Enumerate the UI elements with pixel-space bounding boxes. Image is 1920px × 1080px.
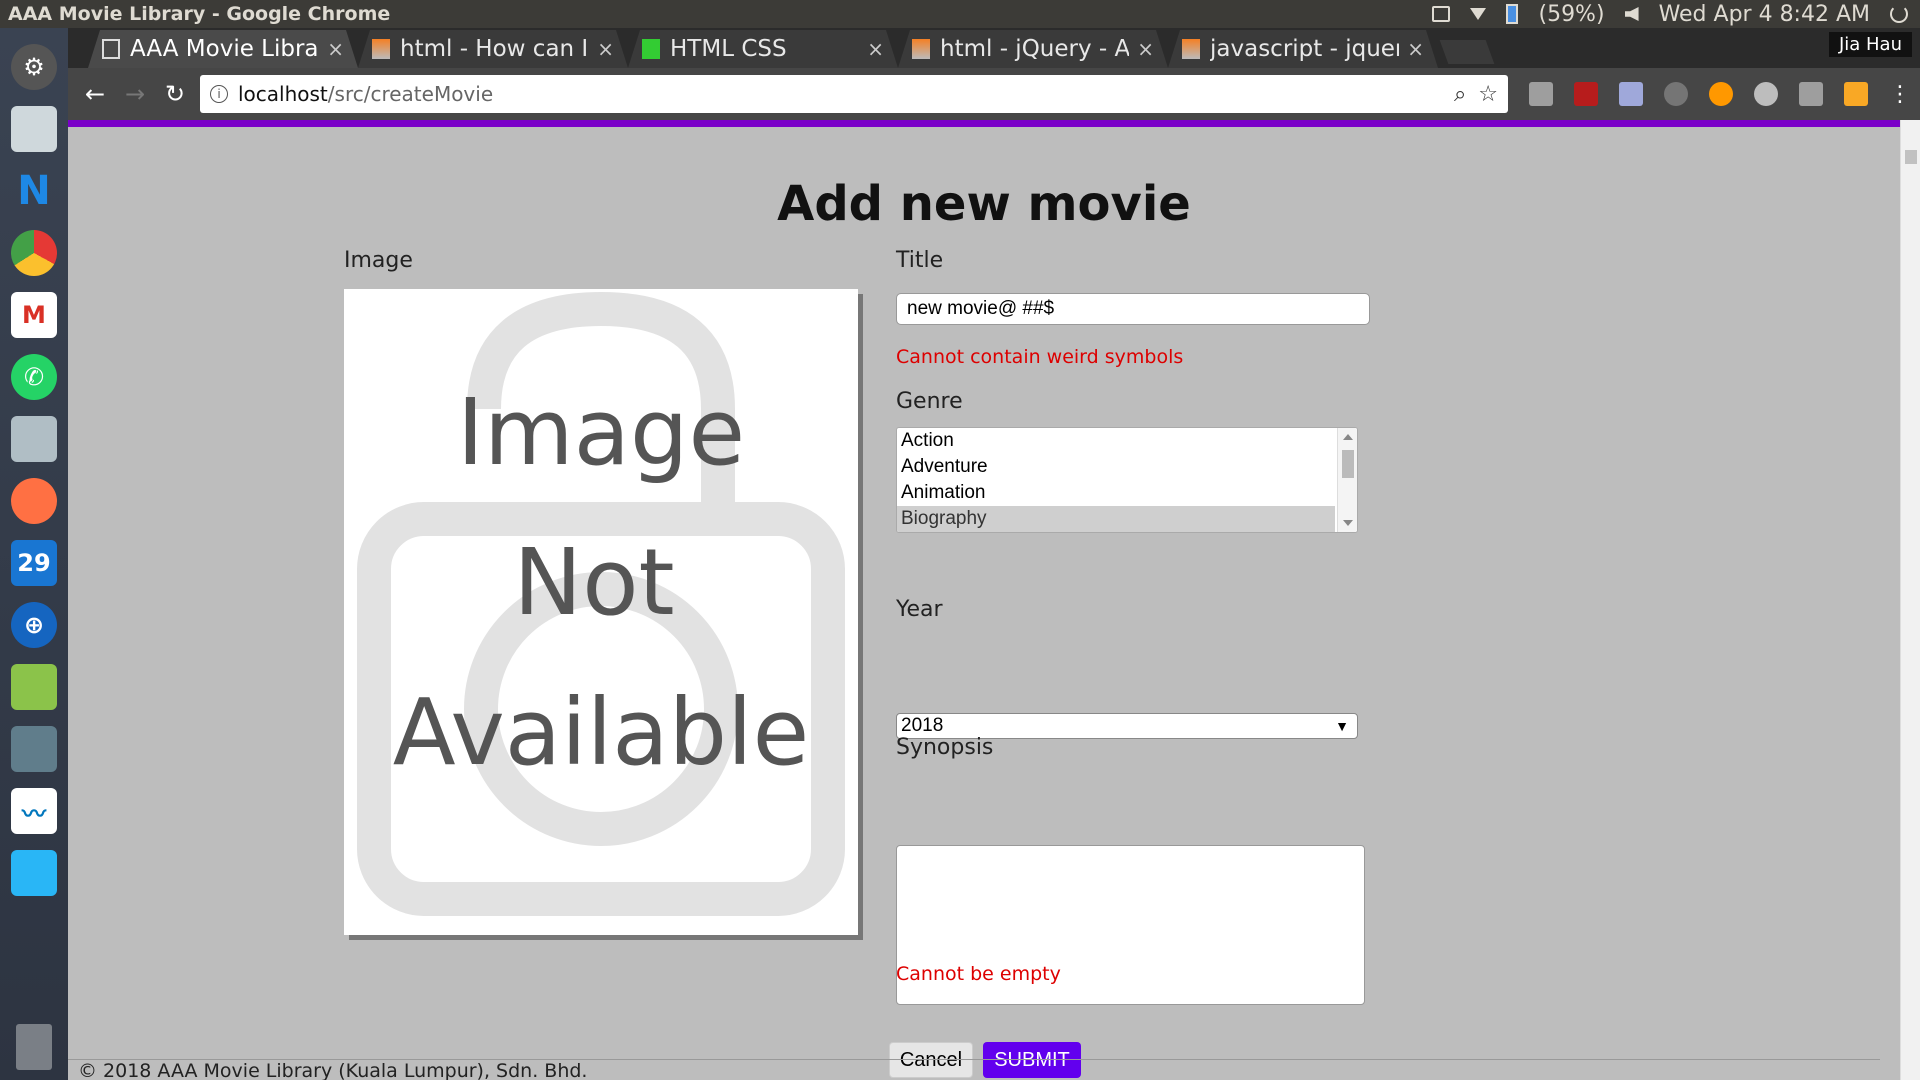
site-info-icon[interactable]: i bbox=[210, 85, 228, 103]
genre-label: Genre bbox=[896, 389, 963, 414]
browser-window: AAA Movie Library × html - How can I w ×… bbox=[68, 28, 1920, 1080]
footer: © 2018 AAA Movie Library (Kuala Lumpur),… bbox=[68, 1059, 1880, 1080]
stackoverflow-icon bbox=[372, 39, 390, 59]
url-path: /src/createMovie bbox=[327, 82, 494, 106]
genre-option[interactable]: Adventure bbox=[897, 454, 1335, 480]
placeholder-line-3: Available bbox=[393, 679, 809, 786]
page-icon bbox=[102, 39, 120, 59]
tab-stackoverflow-3[interactable]: javascript - jquery × bbox=[1168, 30, 1438, 68]
genre-option-selected[interactable]: Biography bbox=[897, 506, 1335, 532]
bookmark-star-icon[interactable]: ☆ bbox=[1478, 82, 1498, 107]
battery-icon[interactable] bbox=[1506, 4, 1519, 24]
toolbar: ← → ↻ i localhost/src/createMovie ⌕ ☆ ⋮ bbox=[68, 68, 1920, 120]
battery-percent: (59%) bbox=[1538, 1, 1605, 27]
forward-arrow-icon[interactable]: → bbox=[120, 79, 150, 109]
extension-box-icon[interactable] bbox=[1799, 82, 1823, 106]
address-bar[interactable]: i localhost/src/createMovie ⌕ ☆ bbox=[200, 75, 1508, 113]
jsfiddle-icon bbox=[642, 39, 660, 59]
close-icon[interactable]: × bbox=[327, 37, 344, 61]
volume-icon[interactable] bbox=[1624, 7, 1639, 21]
extension-orange-icon[interactable] bbox=[1709, 82, 1733, 106]
settings-toggle-icon[interactable] bbox=[11, 106, 57, 152]
tab-stackoverflow-2[interactable]: html - jQuery - Ap × bbox=[898, 30, 1168, 68]
title-error: Cannot contain weird symbols bbox=[896, 346, 1184, 368]
trash-icon[interactable] bbox=[16, 1024, 52, 1070]
page-title: Add new movie bbox=[777, 176, 1191, 232]
system-top-panel: AAA Movie Library - Google Chrome (59%) … bbox=[0, 0, 1920, 28]
page-content: Add new movie Image Image Not Available … bbox=[68, 120, 1900, 1080]
close-icon[interactable]: × bbox=[867, 37, 884, 61]
url-host: localhost bbox=[238, 82, 328, 106]
tab-html-css[interactable]: HTML CSS × bbox=[628, 30, 898, 68]
title-label: Title bbox=[896, 248, 944, 273]
contacts-icon[interactable] bbox=[11, 726, 57, 772]
tab-aaa-movie-library[interactable]: AAA Movie Library × bbox=[88, 30, 358, 68]
scroll-down-icon[interactable] bbox=[1343, 520, 1353, 526]
image-upload-area[interactable]: Image Not Available bbox=[344, 289, 858, 935]
ublock-icon[interactable] bbox=[1574, 82, 1598, 106]
page-scroll-thumb[interactable] bbox=[1905, 150, 1917, 164]
genre-scrollbar[interactable] bbox=[1337, 428, 1357, 532]
close-icon[interactable]: × bbox=[597, 37, 614, 61]
chrome-icon[interactable] bbox=[11, 230, 57, 276]
title-input[interactable] bbox=[896, 293, 1370, 325]
launcher: ⚙ N M ✆ 29 ⊕ 〰 bbox=[0, 28, 68, 1080]
extension-bulb-icon[interactable] bbox=[1664, 82, 1688, 106]
wifi-icon[interactable] bbox=[1470, 8, 1487, 20]
dropdown-arrow-icon: ▼ bbox=[1335, 718, 1349, 734]
gmail-icon[interactable]: M bbox=[11, 292, 57, 338]
synopsis-error: Cannot be empty bbox=[896, 963, 1061, 985]
workspaces-icon[interactable] bbox=[11, 850, 57, 896]
scroll-up-icon[interactable] bbox=[1343, 434, 1353, 440]
chrome-menu-icon[interactable]: ⋮ bbox=[1889, 82, 1913, 107]
stackoverflow-icon bbox=[1182, 39, 1200, 59]
tab-stackoverflow-1[interactable]: html - How can I w × bbox=[358, 30, 628, 68]
back-arrow-icon[interactable]: ← bbox=[80, 79, 110, 109]
extension-s-icon[interactable] bbox=[1529, 82, 1553, 106]
monitor-icon[interactable]: 〰 bbox=[11, 788, 57, 834]
firefox-icon[interactable] bbox=[11, 478, 57, 524]
extension-yellow-icon[interactable] bbox=[1844, 82, 1868, 106]
profile-name[interactable]: Jia Hau bbox=[1828, 32, 1912, 57]
close-icon[interactable]: × bbox=[1407, 37, 1424, 61]
close-icon[interactable]: × bbox=[1137, 37, 1154, 61]
scroll-thumb[interactable] bbox=[1342, 450, 1354, 478]
image-label: Image bbox=[344, 248, 413, 273]
vscode-icon[interactable]: N bbox=[11, 168, 57, 214]
year-value: 2018 bbox=[901, 715, 944, 736]
placeholder-line-2: Not bbox=[513, 529, 674, 636]
genre-listbox[interactable]: Action Adventure Animation Biography bbox=[896, 427, 1358, 533]
chat-icon[interactable] bbox=[11, 664, 57, 710]
image-placeholder: Image Not Available bbox=[357, 291, 845, 916]
tab-strip: AAA Movie Library × html - How can I w ×… bbox=[68, 28, 1920, 68]
files-icon[interactable] bbox=[11, 416, 57, 462]
calendar-icon[interactable]: 29 bbox=[11, 540, 57, 586]
year-label: Year bbox=[896, 597, 943, 622]
extension-bed-icon[interactable] bbox=[1619, 82, 1643, 106]
react-devtools-icon[interactable] bbox=[1754, 82, 1778, 106]
accent-bar bbox=[68, 120, 1900, 127]
synopsis-label: Synopsis bbox=[896, 735, 994, 760]
keyboard-icon[interactable] bbox=[1432, 6, 1451, 22]
power-icon[interactable] bbox=[1890, 5, 1908, 23]
placeholder-line-1: Image bbox=[457, 379, 745, 486]
genre-option[interactable]: Animation bbox=[897, 480, 1335, 506]
clock[interactable]: Wed Apr 4 8:42 AM bbox=[1659, 2, 1870, 27]
footer-copyright: © 2018 AAA Movie Library (Kuala Lumpur),… bbox=[78, 1060, 588, 1080]
dash-home-icon[interactable]: ⚙ bbox=[11, 44, 57, 90]
new-tab-button[interactable] bbox=[1439, 40, 1495, 64]
whatsapp-icon[interactable]: ✆ bbox=[11, 354, 57, 400]
zoom-icon[interactable]: ⌕ bbox=[1454, 82, 1466, 107]
page-scrollbar[interactable] bbox=[1900, 120, 1920, 1080]
genre-option[interactable]: Action bbox=[897, 428, 1335, 454]
stackoverflow-icon bbox=[912, 39, 930, 59]
reload-icon[interactable]: ↻ bbox=[160, 79, 190, 109]
globe-icon[interactable]: ⊕ bbox=[11, 602, 57, 648]
window-title: AAA Movie Library - Google Chrome bbox=[8, 3, 391, 25]
